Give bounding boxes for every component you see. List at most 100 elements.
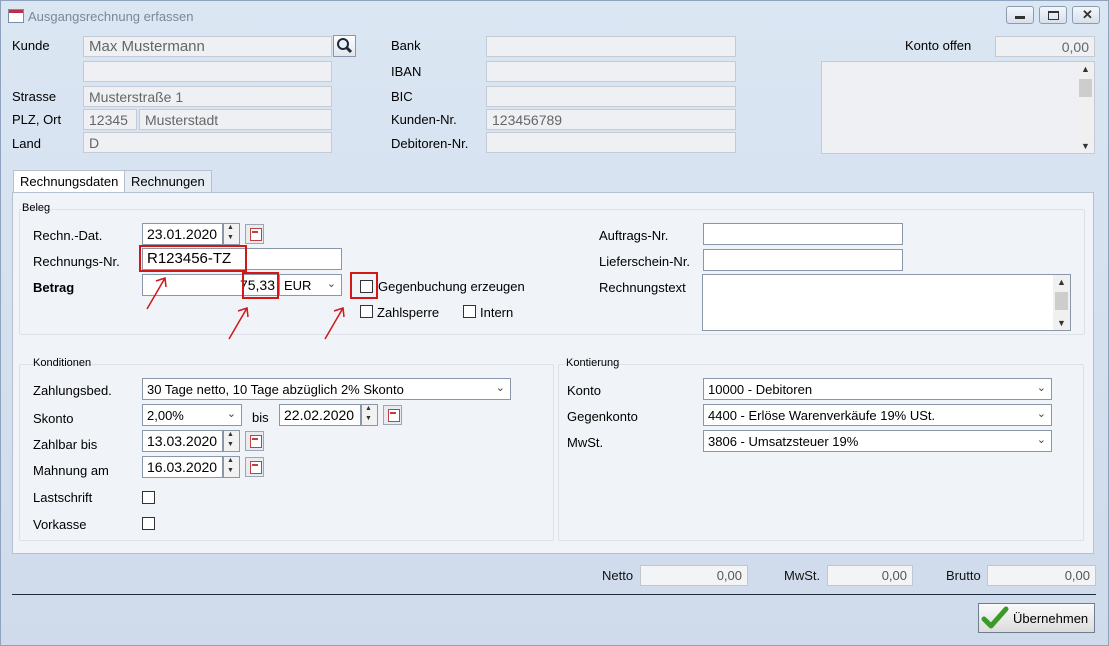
plz-ort-label: PLZ, Ort xyxy=(12,112,62,127)
mwst-konto-select[interactable]: 3806 - Umsatzsteuer 19% ⌄ xyxy=(703,430,1052,452)
mwst-konto-label: MwSt. xyxy=(567,435,604,450)
vorkasse-checkbox[interactable] xyxy=(142,517,155,530)
skonto-bis-input[interactable]: 22.02.2020 xyxy=(279,404,361,426)
chevron-down-icon: ⌄ xyxy=(226,408,236,420)
zahlsperre-checkbox[interactable] xyxy=(360,305,373,318)
strasse-field[interactable]: Musterstraße 1 xyxy=(83,86,332,107)
rechn-dat-spinner[interactable] xyxy=(223,223,240,245)
customer-search-button[interactable] xyxy=(333,35,356,57)
uebernehmen-label: Übernehmen xyxy=(1013,611,1089,626)
iban-field[interactable] xyxy=(486,61,736,82)
konto-label: Konto xyxy=(567,383,601,398)
chevron-down-icon: ⌄ xyxy=(1036,408,1046,420)
kontierung-group-title: Kontierung xyxy=(566,357,620,369)
skonto-label: Skonto xyxy=(33,411,74,426)
strasse-label: Strasse xyxy=(12,89,57,104)
vorkasse-label: Vorkasse xyxy=(33,517,87,532)
ort-field[interactable]: Musterstadt xyxy=(139,109,332,130)
zahlbar-bis-label: Zahlbar bis xyxy=(33,437,98,452)
debitoren-nr-field[interactable] xyxy=(486,132,736,153)
konditionen-group-title: Konditionen xyxy=(33,357,92,369)
auftrags-nr-label: Auftrags-Nr. xyxy=(599,228,669,243)
rechnungs-nr-label: Rechnungs-Nr. xyxy=(33,254,120,269)
currency-select[interactable]: EUR ⌄ xyxy=(279,274,342,296)
annotation-box-rechnungs-nr xyxy=(139,245,247,272)
konto-select[interactable]: 10000 - Debitoren ⌄ xyxy=(703,378,1052,400)
mahnung-am-calendar-icon[interactable] xyxy=(245,457,264,477)
title-bar: Ausgangsrechnung erfassen ✕ xyxy=(1,1,1108,31)
window-icon xyxy=(8,9,24,23)
land-field[interactable]: D xyxy=(83,132,332,153)
netto-label: Netto xyxy=(602,568,634,583)
zahlbar-bis-input[interactable]: 13.03.2020 xyxy=(142,430,223,452)
open-items-list[interactable]: ▲ ▼ xyxy=(821,61,1095,154)
scroll-up-icon[interactable]: ▲ xyxy=(1081,64,1090,74)
kunde-label: Kunde xyxy=(12,38,50,53)
auftrags-nr-input[interactable] xyxy=(703,223,903,245)
land-label: Land xyxy=(12,136,41,151)
mahnung-am-spinner[interactable] xyxy=(223,456,240,478)
gegenkonto-label: Gegenkonto xyxy=(567,409,638,424)
rechn-dat-calendar-icon[interactable] xyxy=(245,224,264,244)
bank-label: Bank xyxy=(391,38,421,53)
currency-value: EUR xyxy=(284,278,312,293)
tab-rechnungen[interactable]: Rechnungen xyxy=(124,170,212,192)
mahnung-am-input[interactable]: 16.03.2020 xyxy=(142,456,223,478)
skonto-bis-calendar-icon[interactable] xyxy=(383,405,402,425)
checkmark-icon xyxy=(981,606,1009,629)
intern-label: Intern xyxy=(480,305,514,320)
netto-field: 0,00 xyxy=(640,565,748,586)
scroll-thumb[interactable] xyxy=(1079,79,1092,97)
scroll-down-icon[interactable]: ▼ xyxy=(1081,141,1090,151)
mwst-total-label: MwSt. xyxy=(784,568,821,583)
zahlungsbed-select[interactable]: 30 Tage netto, 10 Tage abzüglich 2% Skon… xyxy=(142,378,511,400)
uebernehmen-button[interactable]: Übernehmen xyxy=(978,603,1095,633)
rechn-dat-label: Rechn.-Dat. xyxy=(33,228,103,243)
bic-label: BIC xyxy=(391,89,413,104)
minimize-button[interactable] xyxy=(1006,6,1034,24)
intern-checkbox[interactable] xyxy=(463,305,476,318)
zahlungsbed-value: 30 Tage netto, 10 Tage abzüglich 2% Skon… xyxy=(147,382,404,397)
gegenkonto-select[interactable]: 4400 - Erlöse Warenverkäufe 19% USt. ⌄ xyxy=(703,404,1052,426)
betrag-label: Betrag xyxy=(33,280,75,295)
annotation-arrow-2 xyxy=(228,306,249,340)
minimize-icon xyxy=(1015,16,1025,19)
kunden-nr-field[interactable]: 123456789 xyxy=(486,109,736,130)
annotation-arrow-1 xyxy=(146,276,167,310)
brutto-label: Brutto xyxy=(946,568,981,583)
lieferschein-nr-label: Lieferschein-Nr. xyxy=(599,254,691,269)
kunden-nr-label: Kunden-Nr. xyxy=(391,112,457,127)
skonto-value: 2,00% xyxy=(147,408,184,423)
rechn-dat-input[interactable]: 23.01.2020 xyxy=(142,223,223,245)
bis-label: bis xyxy=(252,410,269,425)
zahlbar-bis-spinner[interactable] xyxy=(223,430,240,452)
open-items-scrollbar[interactable]: ▲ ▼ xyxy=(1077,62,1094,153)
invoice-window: Ausgangsrechnung erfassen ✕ Kunde Max Mu… xyxy=(0,0,1109,646)
maximize-button[interactable] xyxy=(1039,6,1067,24)
konto-value: 10000 - Debitoren xyxy=(708,382,813,397)
chevron-down-icon: ⌄ xyxy=(1036,382,1046,394)
lastschrift-checkbox[interactable] xyxy=(142,491,155,504)
rechnungstext-textarea[interactable]: ▲ ▼ xyxy=(702,274,1071,331)
rechnungstext-scrollbar[interactable]: ▲ ▼ xyxy=(1053,275,1070,330)
tab-rechnungsdaten[interactable]: Rechnungsdaten xyxy=(13,170,126,193)
close-button[interactable]: ✕ xyxy=(1072,6,1100,24)
footer-divider xyxy=(12,594,1096,595)
konto-offen-label: Konto offen xyxy=(905,38,972,53)
scroll-down-icon[interactable]: ▼ xyxy=(1057,318,1066,328)
plz-field[interactable]: 12345 xyxy=(83,109,137,130)
rechnungstext-label: Rechnungstext xyxy=(599,280,686,295)
skonto-bis-spinner[interactable] xyxy=(361,404,378,426)
scroll-up-icon[interactable]: ▲ xyxy=(1057,277,1066,287)
kunde-line2-field[interactable] xyxy=(83,61,332,82)
maximize-icon xyxy=(1048,11,1059,20)
bic-field[interactable] xyxy=(486,86,736,107)
kunde-field[interactable]: Max Mustermann xyxy=(83,36,332,57)
scroll-thumb[interactable] xyxy=(1055,292,1068,310)
lieferschein-nr-input[interactable] xyxy=(703,249,903,271)
skonto-select[interactable]: 2,00% ⌄ xyxy=(142,404,242,426)
beleg-group-title: Beleg xyxy=(22,202,51,214)
iban-label: IBAN xyxy=(391,64,422,79)
zahlbar-bis-calendar-icon[interactable] xyxy=(245,431,264,451)
bank-field[interactable] xyxy=(486,36,736,57)
